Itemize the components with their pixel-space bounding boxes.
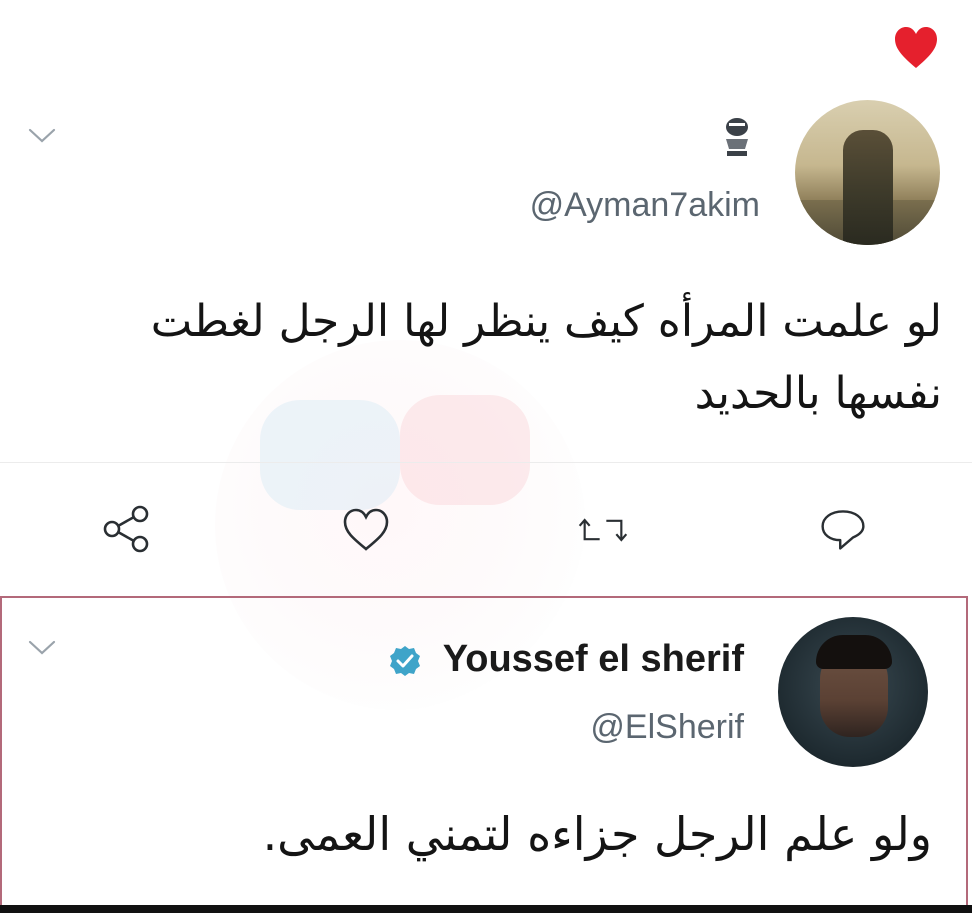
tweet-text-line: لو علمت المرأه كيف ينظر لها الرجل لغطت <box>150 296 942 347</box>
retweet-icon[interactable] <box>578 505 628 555</box>
chevron-down-icon[interactable] <box>28 640 56 656</box>
tweet-text: لو علمت المرأه كيف ينظر لها الرجل لغطت ن… <box>42 286 942 430</box>
bottom-edge-bar <box>0 905 972 913</box>
divider <box>0 462 972 463</box>
heart-outline-icon[interactable] <box>341 505 391 555</box>
user-handle[interactable]: @ElSherif <box>590 708 744 747</box>
share-icon[interactable] <box>102 504 152 554</box>
heart-icon <box>895 27 937 68</box>
badge-icon <box>726 118 748 156</box>
chevron-down-icon[interactable] <box>28 128 56 144</box>
avatar[interactable] <box>795 100 940 245</box>
tweet-text-line: نفسها بالحديد <box>694 368 942 419</box>
avatar-figure <box>843 130 893 245</box>
avatar-hair <box>816 635 892 669</box>
display-name[interactable]: Youssef el sherif <box>443 638 744 681</box>
avatar[interactable] <box>778 617 928 767</box>
verified-badge-icon <box>390 646 420 676</box>
reply-bubble-icon[interactable] <box>818 504 868 554</box>
user-handle[interactable]: @Ayman7akim <box>530 186 760 225</box>
tweet-text: ولو علم الرجل جزاءه لتمني العمى. <box>262 807 932 861</box>
